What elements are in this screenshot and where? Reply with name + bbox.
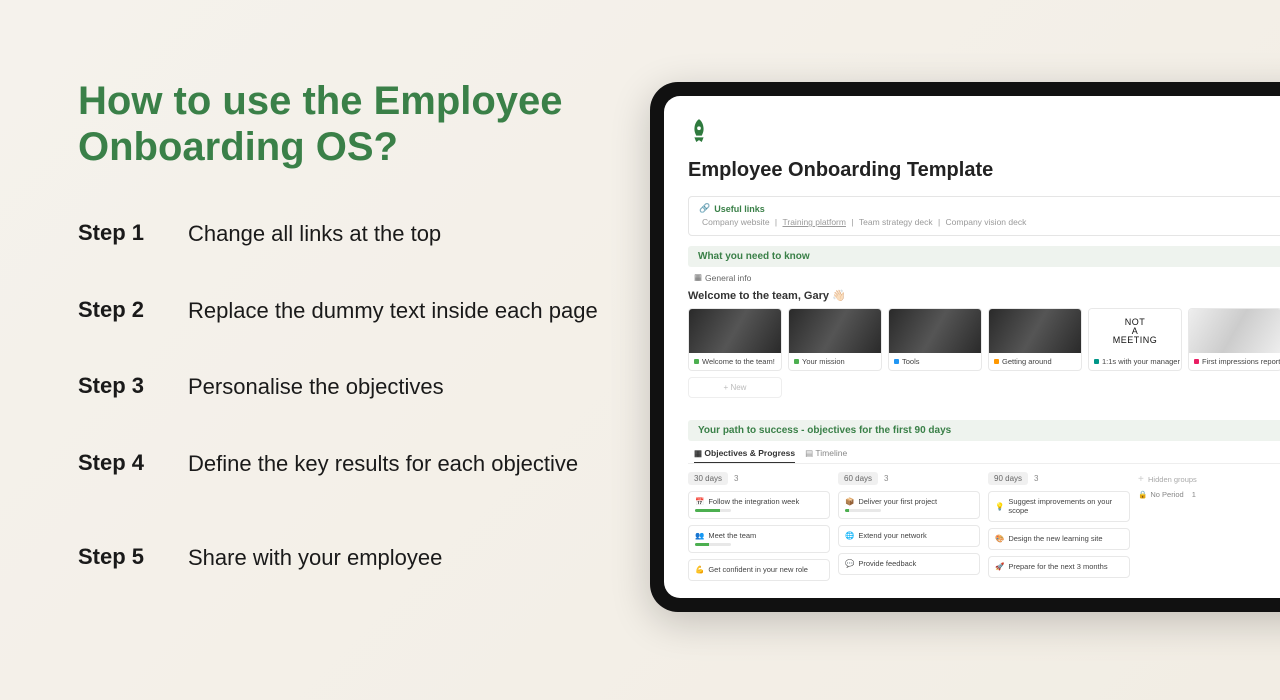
card-mission[interactable]: Your mission (788, 308, 882, 371)
info-cards-row: Welcome to the team! Your mission Tools … (688, 308, 1280, 371)
column-90-days: 90 days3 💡Suggest improvements on your s… (988, 472, 1130, 587)
status-dot (1194, 359, 1199, 364)
welcome-heading: Welcome to the team, Gary 👋🏻 (688, 289, 1280, 302)
useful-links-list: Company website | Training platform | Te… (699, 217, 1280, 227)
card-image: NOT A MEETING (1089, 309, 1181, 353)
status-dot (994, 359, 999, 364)
add-column-button[interactable]: + (1138, 474, 1144, 485)
page-title: How to use the Employee Onboarding OS? (78, 78, 598, 170)
card-getting-around[interactable]: Getting around (988, 308, 1082, 371)
step-label: Step 1 (78, 220, 188, 246)
card-tools[interactable]: Tools (888, 308, 982, 371)
screen-title: Employee Onboarding Template (688, 159, 1280, 182)
step-text: Replace the dummy text inside each page (188, 297, 598, 326)
link-company-website[interactable]: Company website (699, 217, 773, 227)
step-label: Step 4 (78, 450, 188, 476)
objective-card[interactable]: 💪Get confident in your new role (688, 559, 830, 581)
objective-card[interactable]: 👥Meet the team (688, 525, 830, 553)
card-image (689, 309, 781, 353)
card-image (989, 309, 1081, 353)
no-period-group[interactable]: 🔒No Period 1 (1138, 490, 1228, 499)
step-3: Step 3 Personalise the objectives (78, 373, 598, 402)
section-what-you-need: What you need to know (688, 246, 1280, 267)
link-icon: 🔗 (699, 203, 710, 214)
objective-card[interactable]: 📅Follow the integration week (688, 491, 830, 519)
objective-card[interactable]: 🎨Design the new learning site (988, 528, 1130, 550)
column-30-days: 30 days3 📅Follow the integration week 👥M… (688, 472, 830, 587)
objectives-tabs: ▦ Objectives & Progress ▤ Timeline (688, 444, 1280, 463)
step-label: Step 5 (78, 544, 188, 570)
objective-card[interactable]: 🚀Prepare for the next 3 months (988, 556, 1130, 578)
rocket-icon (688, 118, 1280, 151)
step-text: Define the key results for each objectiv… (188, 450, 578, 479)
step-text: Change all links at the top (188, 220, 441, 249)
tab-timeline[interactable]: ▤ Timeline (805, 448, 847, 463)
step-1: Step 1 Change all links at the top (78, 220, 598, 249)
link-team-strategy[interactable]: Team strategy deck (856, 217, 936, 227)
section-path: Your path to success - objectives for th… (688, 420, 1280, 441)
objective-card[interactable]: 💡Suggest improvements on your scope (988, 491, 1130, 522)
column-60-days: 60 days3 📦Deliver your first project 🌐Ex… (838, 472, 980, 587)
status-dot (1094, 359, 1099, 364)
new-card-button[interactable]: + New (688, 377, 782, 398)
status-dot (894, 359, 899, 364)
step-label: Step 2 (78, 297, 188, 323)
step-text: Personalise the objectives (188, 373, 444, 402)
tab-general-info[interactable]: ▦ General info (688, 270, 1280, 285)
step-text: Share with your employee (188, 544, 442, 573)
objective-card[interactable]: 💬Provide feedback (838, 553, 980, 575)
status-dot (694, 359, 699, 364)
step-label: Step 3 (78, 373, 188, 399)
step-2: Step 2 Replace the dummy text inside eac… (78, 297, 598, 326)
card-image (789, 309, 881, 353)
tablet-frame: Employee Onboarding Template 🔗 Useful li… (650, 82, 1280, 612)
card-one-on-ones[interactable]: NOT A MEETING 1:1s with your manager (1088, 308, 1182, 371)
step-5: Step 5 Share with your employee (78, 544, 598, 573)
status-dot (794, 359, 799, 364)
notion-screen: Employee Onboarding Template 🔗 Useful li… (664, 96, 1280, 598)
steps-list: Step 1 Change all links at the top Step … (78, 220, 598, 621)
card-first-impressions[interactable]: First impressions report (1188, 308, 1280, 371)
objectives-board: 30 days3 📅Follow the integration week 👥M… (688, 472, 1280, 587)
card-image (1189, 309, 1280, 353)
hidden-groups-column: + Hidden groups 🔒No Period 1 (1138, 472, 1228, 587)
card-image (889, 309, 981, 353)
tab-objectives[interactable]: ▦ Objectives & Progress (694, 448, 795, 463)
link-company-vision[interactable]: Company vision deck (943, 217, 1030, 227)
useful-links-heading: 🔗 Useful links (699, 203, 1280, 214)
objective-card[interactable]: 🌐Extend your network (838, 525, 980, 547)
useful-links-box: 🔗 Useful links Company website | Trainin… (688, 196, 1280, 236)
objective-card[interactable]: 📦Deliver your first project (838, 491, 980, 519)
link-training-platform[interactable]: Training platform (780, 217, 849, 227)
divider (688, 463, 1280, 464)
grid-icon: ▦ (694, 272, 702, 283)
instructions-panel: How to use the Employee Onboarding OS? S… (78, 78, 598, 621)
lock-icon: 🔒 (1138, 490, 1147, 499)
card-welcome[interactable]: Welcome to the team! (688, 308, 782, 371)
step-4: Step 4 Define the key results for each o… (78, 450, 598, 479)
